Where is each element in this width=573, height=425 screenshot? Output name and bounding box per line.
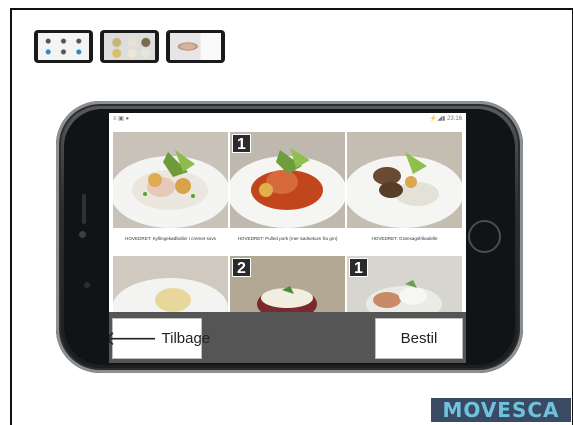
thumbnail-menu-icons[interactable] [34, 30, 93, 63]
status-bar-right: ⚡◢▮ 23:16 [429, 116, 462, 122]
sensor-icon [79, 231, 86, 238]
order-button-label: Bestil [400, 330, 438, 347]
dish-card[interactable] [113, 256, 228, 320]
quantity-badge: 1 [232, 134, 251, 153]
dish-card[interactable]: 2 [230, 256, 345, 320]
dish-photo [347, 132, 462, 228]
thumbnail-screen [170, 33, 221, 60]
back-button[interactable]: 🡐 Tilbage [109, 318, 210, 359]
dish-caption: HOVEDRET: Kyllingekødboller i cremet sov… [113, 228, 228, 250]
dish-card[interactable]: 1 [347, 256, 462, 320]
logo-text: MOVESCA [442, 398, 560, 422]
status-bar: ≡ ▣ ● ⚡◢▮ 23:16 [109, 113, 466, 124]
dish-caption: HOVEDRET: Grønsagsfrikadelle [347, 228, 462, 250]
thumbnail-strip [34, 30, 225, 63]
dish-card[interactable]: HOVEDRET: Grønsagsfrikadelle [347, 132, 462, 250]
thumbnail-screen [104, 33, 155, 60]
camera-icon [84, 282, 90, 288]
thumbnail-dish-detail[interactable] [166, 30, 225, 63]
logo: MOVESCA [431, 398, 571, 422]
thumbnail-dish-grid[interactable] [100, 30, 159, 63]
dish-card[interactable]: 1 HOVEDRET: Pulled pork (mer sødsekum fr… [230, 132, 345, 250]
back-button-label: Tilbage [161, 330, 211, 347]
dish-caption: HOVEDRET: Pulled pork (mer sødsekum fra … [230, 228, 345, 250]
dish-photo [113, 132, 228, 228]
dish-card[interactable]: HOVEDRET: Kyllingekødboller i cremet sov… [113, 132, 228, 250]
phone-screen: ≡ ▣ ● ⚡◢▮ 23:16 HOVEDRET: Kyllingekødbol… [109, 113, 466, 363]
quantity-badge: 2 [232, 258, 251, 277]
thumbnail-screen [38, 33, 89, 60]
quantity-badge: 1 [349, 258, 368, 277]
order-button[interactable]: Bestil [375, 318, 463, 359]
dish-grid: HOVEDRET: Kyllingekødboller i cremet sov… [109, 124, 466, 320]
dish-photo [113, 256, 228, 320]
arrow-left-icon: 🡐 [109, 327, 158, 350]
bottom-action-bar: 🡐 Tilbage Bestil [109, 312, 466, 363]
home-button[interactable] [468, 220, 501, 253]
speaker-icon [82, 194, 86, 224]
status-bar-left: ≡ ▣ ● [113, 116, 130, 122]
